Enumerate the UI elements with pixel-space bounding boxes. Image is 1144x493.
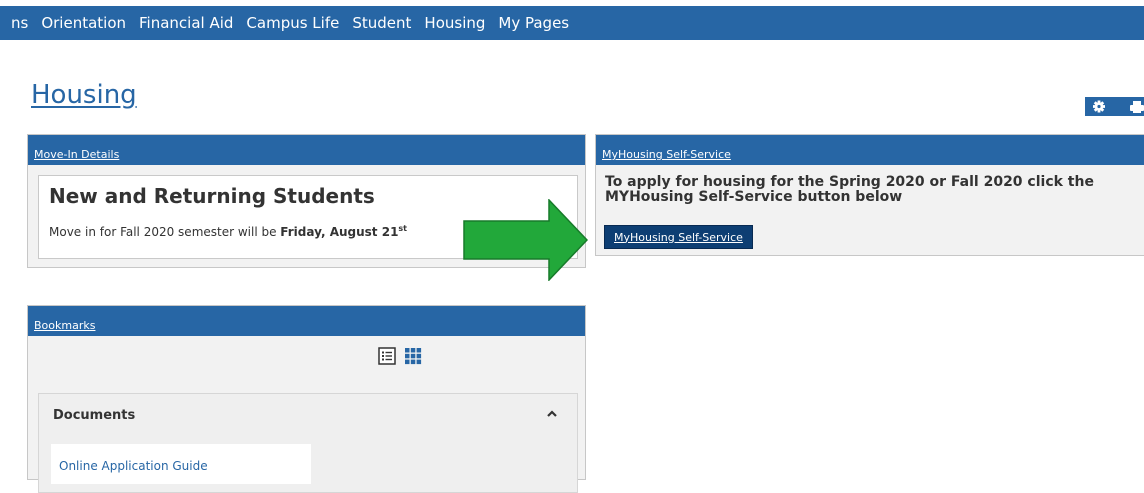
move-in-text: Move in for Fall 2020 semester will be F… — [49, 224, 407, 239]
online-application-guide-link[interactable]: Online Application Guide — [59, 459, 208, 473]
move-in-text-prefix: Move in for Fall 2020 semester will be — [49, 225, 281, 239]
print-icon[interactable] — [1127, 97, 1144, 116]
grid-view-icon[interactable] — [404, 347, 422, 365]
bookmarks-title-link[interactable]: Bookmarks — [34, 319, 95, 332]
portlet-header: Bookmarks — [28, 306, 585, 336]
move-in-date: Friday, August 21 — [280, 225, 399, 239]
myhousing-self-service-portlet: MyHousing Self-Service To apply for hous… — [595, 134, 1144, 256]
nav-item-ns[interactable]: ns — [11, 14, 28, 32]
top-nav-items: ns Orientation Financial Aid Campus Life… — [11, 6, 582, 40]
chevron-up-icon[interactable] — [545, 406, 559, 420]
documents-panel: Documents Online Application Guide — [38, 393, 578, 493]
myhousing-heading: To apply for housing for the Spring 2020… — [605, 174, 1094, 205]
top-navigation: ns Orientation Financial Aid Campus Life… — [0, 6, 1144, 40]
list-view-icon[interactable] — [378, 347, 396, 365]
move-in-heading: New and Returning Students — [49, 184, 375, 208]
myhousing-title-link[interactable]: MyHousing Self-Service — [602, 148, 731, 161]
move-in-details-title-link[interactable]: Move-In Details — [34, 148, 119, 161]
nav-item-campus-life[interactable]: Campus Life — [246, 14, 339, 32]
portlet-header: Move-In Details — [28, 135, 585, 165]
arrow-right-icon — [463, 198, 589, 282]
nav-item-my-pages[interactable]: My Pages — [498, 14, 569, 32]
list-item: Online Application Guide — [51, 444, 311, 484]
nav-item-housing[interactable]: Housing — [424, 14, 485, 32]
bookmarks-portlet: Bookmarks Documents Online Application G… — [27, 305, 586, 493]
gear-icon[interactable] — [1089, 97, 1109, 116]
page-title[interactable]: Housing — [31, 80, 137, 110]
nav-item-orientation[interactable]: Orientation — [41, 14, 126, 32]
portlet-header: MyHousing Self-Service — [596, 135, 1144, 165]
myhousing-self-service-button[interactable]: MyHousing Self-Service — [604, 225, 753, 249]
nav-item-student[interactable]: Student — [352, 14, 411, 32]
move-in-date-suffix: st — [398, 224, 408, 233]
nav-item-financial-aid[interactable]: Financial Aid — [139, 14, 233, 32]
documents-title: Documents — [53, 408, 136, 423]
page-tools — [1085, 97, 1144, 116]
